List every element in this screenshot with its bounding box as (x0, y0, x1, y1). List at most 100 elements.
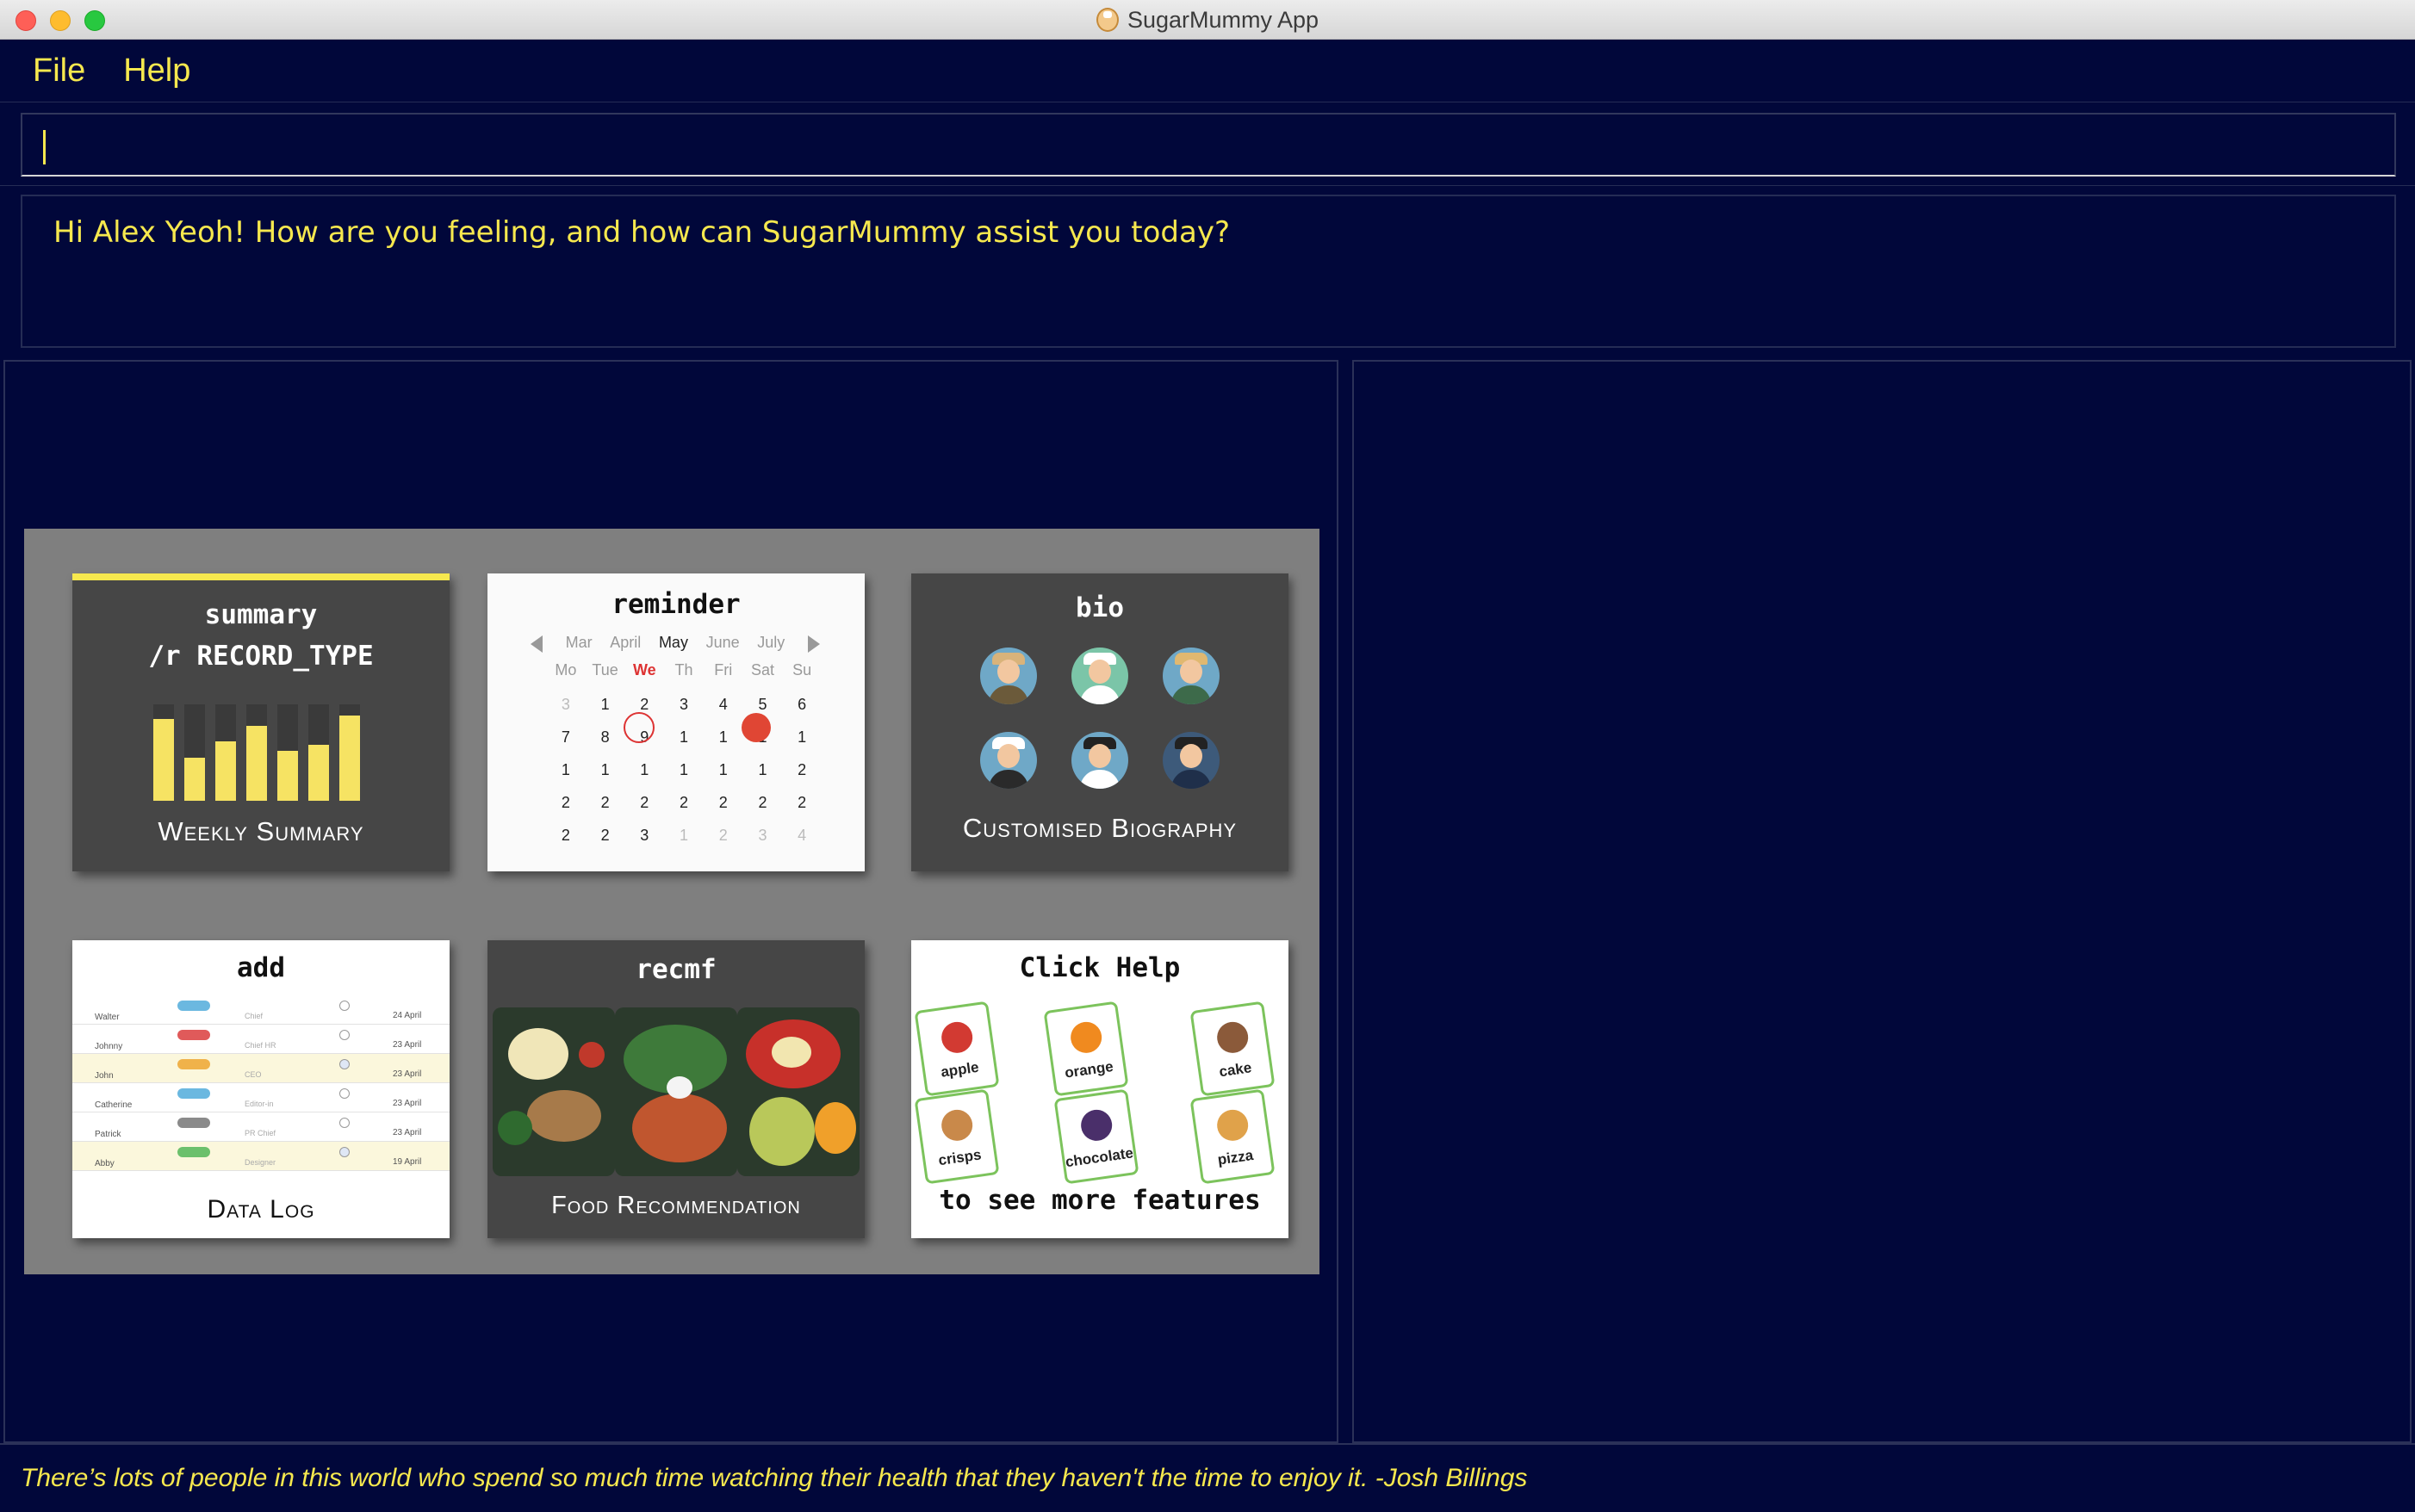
selected-date-ring (624, 712, 655, 743)
summary-bar (153, 719, 174, 801)
unchecked-icon (339, 1030, 350, 1040)
calendar-day[interactable]: 2 (782, 794, 822, 812)
bio-card[interactable]: bio Customised Biography (911, 573, 1288, 871)
window-title-group: SugarMummy App (0, 0, 2415, 40)
pilot-avatar-icon (1071, 732, 1128, 789)
calendar-day[interactable]: 2 (546, 794, 586, 812)
calendar-day[interactable]: 2 (546, 827, 586, 845)
result-display: Hi Alex Yeoh! How are you feeling, and h… (21, 195, 2396, 348)
reminder-card[interactable]: reminder Mar April May June July Mo Tue We Th Fr… (487, 573, 865, 871)
row-name: Patrick (95, 1130, 121, 1139)
recmf-card[interactable]: recmf Food Recommendation (487, 940, 865, 1238)
calendar-day[interactable]: 1 (664, 827, 704, 845)
chicken-meal-image (493, 1007, 615, 1176)
add-caption: Data Log (207, 1195, 315, 1224)
calendar-month-label[interactable]: July (757, 634, 785, 656)
farmer-woman-avatar-icon (1163, 648, 1220, 704)
command-input[interactable] (21, 113, 2396, 177)
calendar-day[interactable]: 2 (664, 794, 704, 812)
flashcard-crisps: crisps (914, 1088, 1000, 1185)
flashcard-pizza: pizza (1189, 1088, 1276, 1185)
row-name: John (95, 1071, 114, 1081)
summary-caption: Weekly Summary (158, 816, 364, 846)
businessman-avatar-icon (1163, 732, 1220, 789)
side-panel (1352, 360, 2412, 1443)
calendar-month-label[interactable]: June (706, 634, 740, 656)
row-tag (177, 1147, 210, 1157)
calendar-day[interactable]: 3 (664, 696, 704, 714)
summary-argument: /r RECORD_TYPE (148, 641, 374, 672)
calendar-day[interactable]: 3 (624, 827, 664, 845)
calendar-month-label[interactable]: May (659, 634, 688, 656)
calendar-day[interactable]: 1 (782, 728, 822, 747)
calendar-day[interactable]: 4 (704, 696, 743, 714)
row-date: 23 April (393, 1099, 422, 1108)
salad-meal-image (615, 1007, 737, 1176)
calendar-day[interactable]: 5 (743, 696, 783, 714)
row-role: CEO (245, 1070, 262, 1079)
nurse-avatar-icon (980, 732, 1037, 789)
calendar-day[interactable]: 2 (586, 794, 625, 812)
row-date: 24 April (393, 1011, 422, 1020)
summary-bar (184, 758, 205, 801)
command-area (0, 102, 2415, 186)
help-title: Click Help (1019, 952, 1181, 983)
feature-grid: summary /r RECORD_TYPE Weekly Summary re… (24, 529, 1319, 1274)
calendar-day[interactable]: 3 (546, 696, 586, 714)
row-date: 23 April (393, 1069, 422, 1079)
calendar-day[interactable]: 4 (782, 827, 822, 845)
calendar-day[interactable]: 1 (586, 696, 625, 714)
calendar-day[interactable]: 3 (743, 827, 783, 845)
calendar-day[interactable]: 1 (704, 728, 743, 747)
table-row: Walter Chief 24 April (72, 995, 450, 1025)
calendar-day[interactable]: 6 (782, 696, 822, 714)
table-row: Johnny Chief HR 23 April (72, 1025, 450, 1054)
calendar-day[interactable]: 2 (624, 794, 664, 812)
calendar-day[interactable]: 1 (664, 728, 704, 747)
calendar-week-row: 1111112 (546, 761, 822, 779)
app-window: SugarMummy App File Help Hi Alex Yeoh! H… (0, 0, 2415, 1512)
calendar-day[interactable]: 2 (586, 827, 625, 845)
calendar-day[interactable]: 1 (743, 761, 783, 779)
flashcard-label: cake (1218, 1059, 1253, 1081)
calendar-day[interactable]: 7 (546, 728, 586, 747)
window-title: SugarMummy App (1127, 6, 1319, 33)
calendar-weekdays: Mo Tue We Th Fri Sat Su (546, 661, 822, 679)
summary-card[interactable]: summary /r RECORD_TYPE Weekly Summary (72, 573, 450, 871)
calendar-month-label[interactable]: Mar (566, 634, 593, 656)
flashcard-label: crisps (937, 1146, 983, 1169)
today-dot (742, 713, 771, 742)
unchecked-icon (339, 1088, 350, 1099)
menu-help[interactable]: Help (123, 53, 190, 90)
calendar-day[interactable]: 8 (586, 728, 625, 747)
panel-splitter[interactable] (1340, 360, 1352, 1443)
calendar-day[interactable]: 1 (586, 761, 625, 779)
calendar-day[interactable]: 1 (546, 761, 586, 779)
unchecked-icon (339, 1118, 350, 1128)
weekday-label: We (632, 661, 656, 679)
calendar-day[interactable]: 1 (664, 761, 704, 779)
result-message: Hi Alex Yeoh! How are you feeling, and h… (53, 215, 1230, 250)
recmf-command: recmf (636, 954, 717, 985)
calendar-week-row: 2231234 (546, 827, 822, 845)
add-card[interactable]: add Walter Chief 24 April Johnny Chief HR 23 … (72, 940, 450, 1238)
menu-file[interactable]: File (33, 53, 85, 90)
flashcard-chocolate: chocolate (1053, 1088, 1139, 1185)
calendar-day[interactable]: 1 (624, 761, 664, 779)
calendar-day[interactable]: 2 (743, 794, 783, 812)
apple-icon (939, 1019, 975, 1056)
row-date: 23 April (393, 1040, 422, 1050)
help-card[interactable]: Click Help apple orange cake crisps chocolat… (911, 940, 1288, 1238)
calendar-month-label[interactable]: April (610, 634, 641, 656)
calendar-day[interactable]: 2 (624, 696, 664, 714)
chef-avatar-icon (1071, 648, 1128, 704)
table-row: John CEO 23 April (72, 1054, 450, 1083)
calendar-day[interactable]: 2 (782, 761, 822, 779)
calendar-day[interactable]: 2 (704, 794, 743, 812)
calendar-day[interactable]: 1 (704, 761, 743, 779)
table-row: Abby Designer 19 April (72, 1142, 450, 1171)
calendar-day[interactable]: 2 (704, 827, 743, 845)
checked-icon (339, 1059, 350, 1069)
pizza-icon (1214, 1107, 1251, 1143)
row-name: Catherine (95, 1100, 133, 1110)
